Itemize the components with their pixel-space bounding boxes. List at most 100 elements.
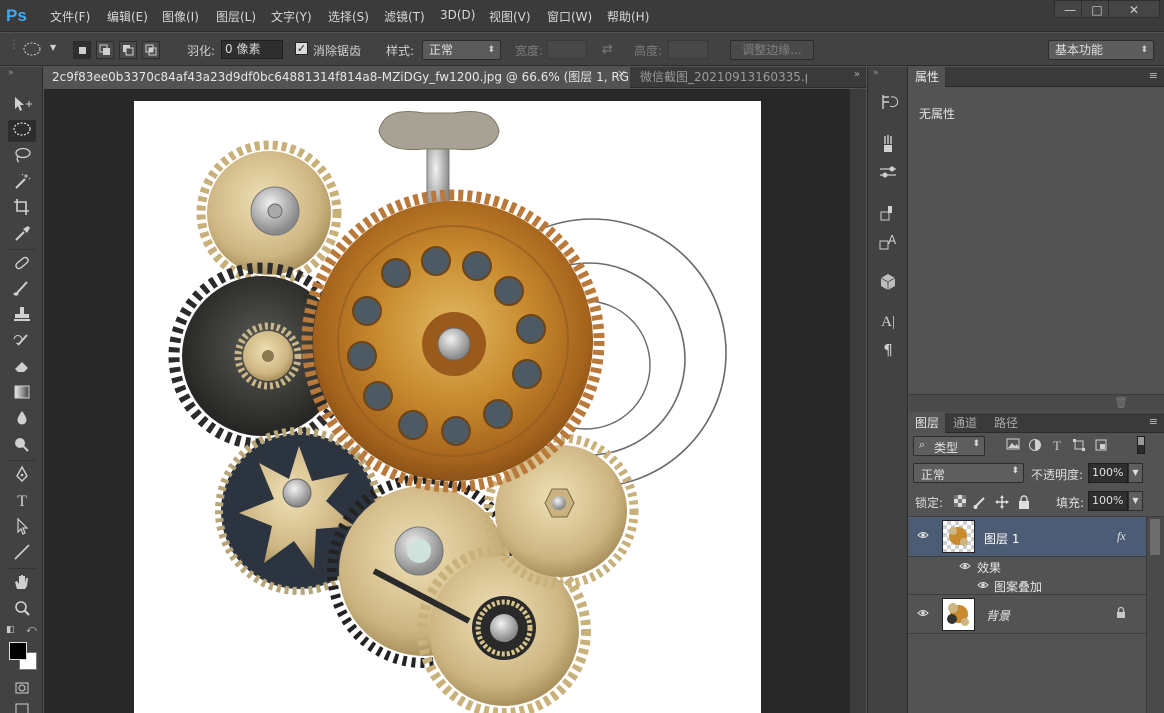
expand-panels-icon[interactable]: » [873,68,879,78]
spot-healing-brush-tool-icon[interactable] [8,254,36,276]
swap-colors-icon[interactable]: ⤺ [26,624,37,635]
visibility-eye-icon[interactable] [977,580,989,593]
layer-name[interactable]: 背景 [986,607,1010,624]
tab-layers[interactable]: 图层 [909,413,946,433]
menu-filter[interactable]: 滤镜(T) [384,8,425,25]
filter-smart-objects-icon[interactable] [1092,438,1110,454]
visibility-eye-icon[interactable] [917,608,929,621]
document-tab-active[interactable]: 2c9f83ee0b3370c84af43a23d9df0bc64881314f… [44,67,630,88]
filter-shape-layers-icon[interactable] [1070,438,1088,454]
menu-help[interactable]: 帮助(H) [607,8,649,25]
menu-view[interactable]: 视图(V) [489,8,531,25]
hand-tool-icon[interactable] [8,573,36,595]
lock-all-icon[interactable] [1015,495,1033,511]
document-tab-inactive[interactable]: 微信截图_20210913160335.png [632,67,807,88]
trash-icon[interactable]: 🗑 [1114,396,1128,409]
feather-input[interactable]: 0 像素 [221,40,283,59]
workspace-select[interactable]: 基本功能 ⬍ [1048,40,1154,60]
tab-paths[interactable]: 路径 [988,413,1024,433]
menu-3d[interactable]: 3D(D) [440,8,475,22]
filter-toggle-switch[interactable] [1137,436,1145,454]
tab-properties[interactable]: 属性 [909,67,946,87]
character-panel-icon[interactable]: A| [877,311,899,333]
lasso-tool-icon[interactable] [8,146,36,168]
elliptical-marquee-tool-icon[interactable] [8,120,36,142]
canvas-area[interactable] [44,89,849,713]
add-to-selection-icon[interactable] [96,41,114,59]
elliptical-marquee-preset-icon[interactable] [22,41,44,57]
move-tool-icon[interactable] [8,95,36,117]
menu-select[interactable]: 选择(S) [328,8,369,25]
panel-menu-icon[interactable]: ≡ [1149,69,1158,82]
filter-type-layers-icon[interactable]: T [1048,438,1066,454]
quick-mask-icon[interactable] [8,679,36,701]
line-tool-icon[interactable] [8,543,36,565]
filter-adjustment-layers-icon[interactable] [1026,438,1044,454]
height-input[interactable] [668,40,708,59]
history-panel-icon[interactable] [877,91,899,113]
panel-menu-icon[interactable]: ≡ [1149,415,1158,428]
lock-position-icon[interactable] [993,495,1011,511]
layer-row-background[interactable]: 背景 [909,596,1146,634]
menu-file[interactable]: 文件(F) [50,8,90,25]
foreground-color-swatch[interactable] [9,642,27,660]
character-style-panel-icon[interactable]: A [877,231,899,253]
visibility-eye-icon[interactable] [917,530,929,543]
antialias-checkbox[interactable]: ✓ [295,42,308,55]
pattern-overlay-row[interactable]: 图案叠加 [909,576,1146,595]
tab-close-icon[interactable]: × [617,67,626,80]
width-input[interactable] [547,40,587,59]
menu-layer[interactable]: 图层(L) [216,8,256,25]
document-canvas[interactable] [134,101,761,713]
visibility-eye-icon[interactable] [959,561,971,574]
layer-row-selected[interactable]: 图层 1 fx [909,517,1146,557]
layer-effects-icon[interactable]: fx [1117,529,1126,544]
eraser-tool-icon[interactable] [8,357,36,379]
new-selection-icon[interactable] [73,41,91,59]
default-colors-icon[interactable]: ◧ [6,625,15,635]
opacity-input[interactable]: 100% [1088,463,1128,483]
magic-wand-tool-icon[interactable] [8,172,36,194]
preset-dropdown-icon[interactable]: ▼ [50,43,56,52]
brush-tool-icon[interactable] [8,279,36,301]
swap-icon[interactable]: ⇄ [602,42,613,57]
brush-presets-panel-icon[interactable] [877,133,899,155]
layer-name[interactable]: 图层 1 [984,530,1019,547]
eyedropper-tool-icon[interactable] [8,224,36,246]
opacity-dropdown-icon[interactable]: ▼ [1128,463,1143,483]
zoom-tool-icon[interactable] [8,599,36,621]
layers-scrollbar[interactable] [1146,517,1164,713]
menu-type[interactable]: 文字(Y) [271,8,312,25]
close-window-button[interactable]: ✕ [1108,0,1160,18]
type-tool-icon[interactable]: T [8,491,36,513]
path-selection-tool-icon[interactable] [8,517,36,539]
3d-panel-icon[interactable] [877,271,899,293]
blur-tool-icon[interactable] [8,409,36,431]
intersect-selection-icon[interactable] [142,41,160,59]
menu-image[interactable]: 图像(I) [162,8,199,25]
tab-channels[interactable]: 通道 [947,413,983,433]
blend-mode-select[interactable]: 正常 ⬍ [913,463,1024,483]
crop-tool-icon[interactable] [8,198,36,220]
effects-row[interactable]: 效果 [909,557,1146,576]
collapse-toolbar-icon[interactable]: » [8,68,14,78]
filter-pixel-layers-icon[interactable] [1004,438,1022,454]
lock-transparent-pixels-icon[interactable] [951,495,969,511]
fill-input[interactable]: 100% [1088,491,1128,511]
subtract-from-selection-icon[interactable] [119,41,137,59]
layer-filter-select[interactable]: ⌕ 类型 ⬍ [913,436,985,456]
menu-edit[interactable]: 编辑(E) [107,8,148,25]
lock-image-pixels-icon[interactable] [971,495,989,511]
clone-source-panel-icon[interactable] [877,203,899,225]
menu-window[interactable]: 窗口(W) [547,8,592,25]
gradient-tool-icon[interactable] [8,383,36,405]
refine-edge-button[interactable]: 调整边缘... [730,40,814,60]
brush-panel-icon[interactable] [877,161,899,183]
style-select[interactable]: 正常 ⬍ [422,40,501,60]
canvas-vertical-scrollbar[interactable] [849,89,866,713]
dodge-tool-icon[interactable] [8,435,36,457]
fill-dropdown-icon[interactable]: ▼ [1128,491,1143,511]
tabs-overflow-icon[interactable]: » [854,69,860,80]
paragraph-panel-icon[interactable]: ¶ [877,339,899,361]
clone-stamp-tool-icon[interactable] [8,305,36,327]
